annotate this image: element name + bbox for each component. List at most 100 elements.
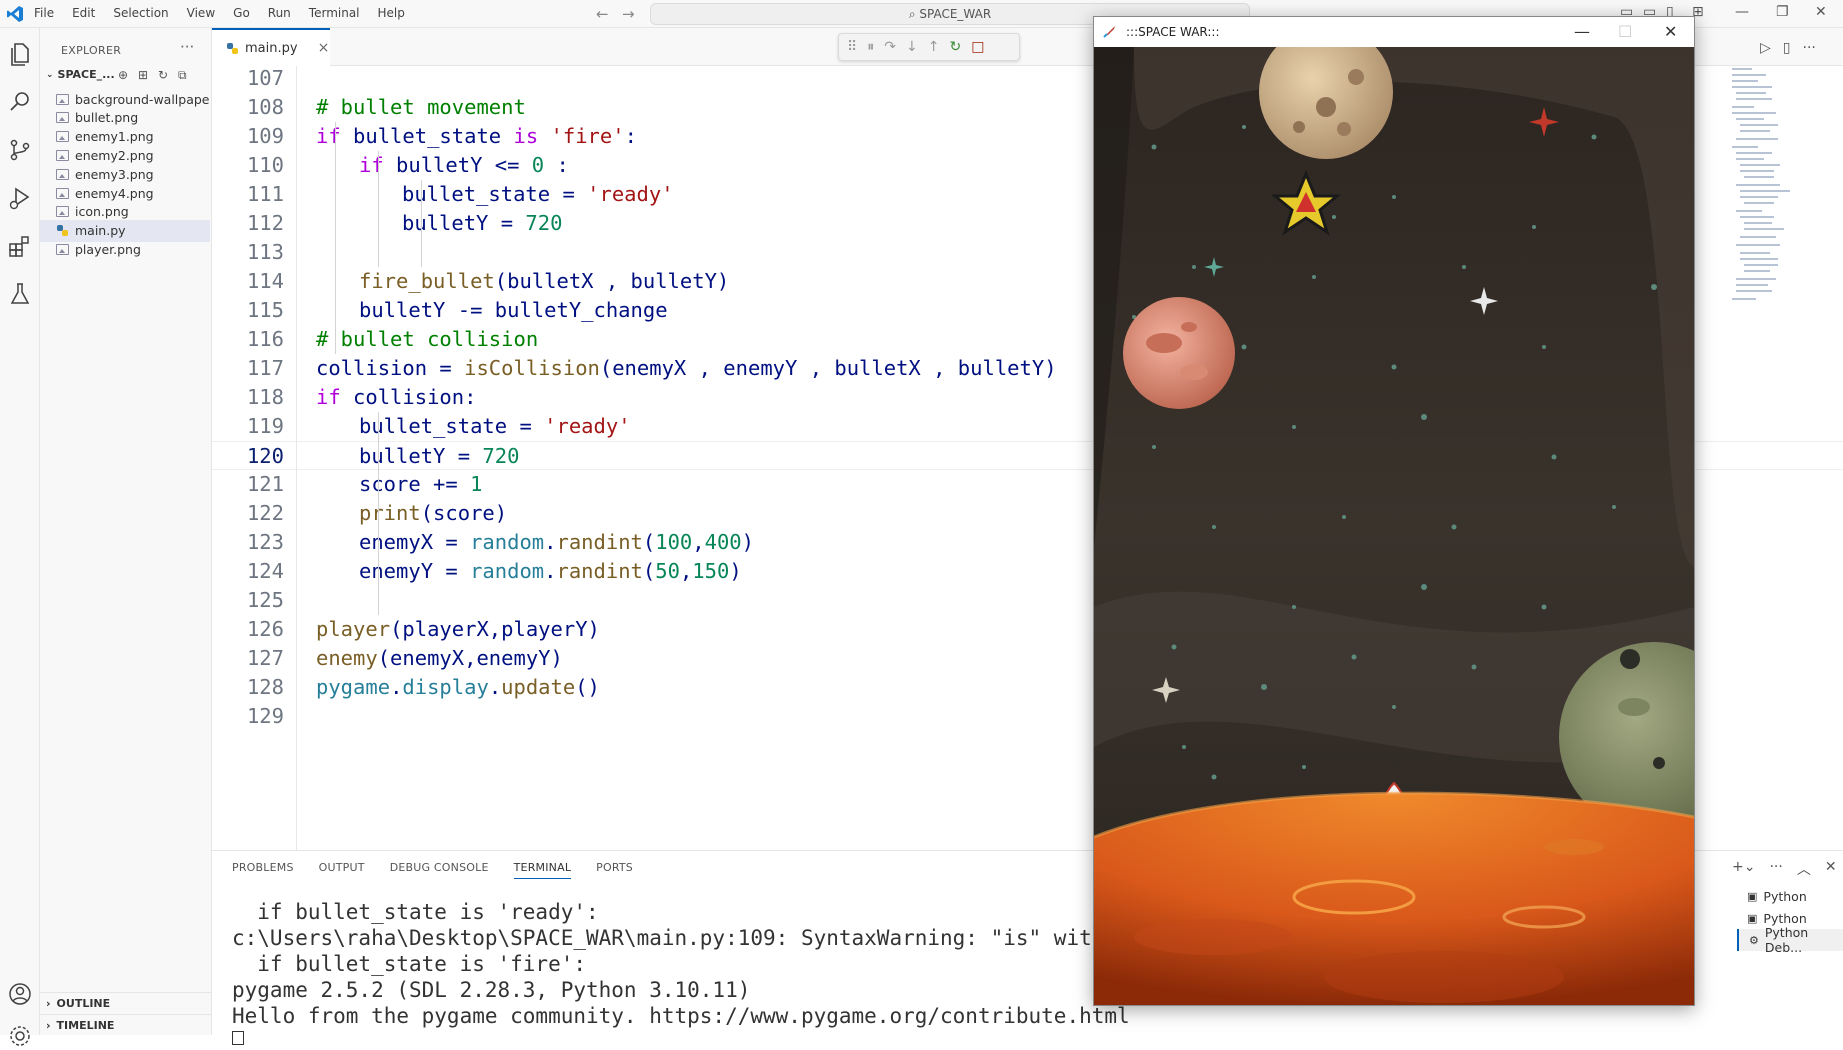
extensions-icon[interactable] — [6, 232, 34, 260]
maximize-icon[interactable]: ☐ — [1618, 22, 1632, 41]
line-number: 118 — [246, 385, 284, 409]
code-token: 1 — [470, 472, 483, 496]
game-window: :::SPACE WAR::: — ☐ ✕ — [1093, 16, 1695, 1006]
outline-section[interactable]: › OUTLINE — [40, 992, 212, 1014]
panel-tab-output[interactable]: OUTPUT — [319, 861, 365, 879]
restart-icon[interactable]: ↻ — [949, 39, 961, 55]
split-editor-icon[interactable]: ▯ — [1783, 40, 1791, 56]
step-out-icon[interactable]: ↑ — [928, 39, 940, 55]
minimize-icon[interactable]: — — [1574, 22, 1590, 41]
code-token: if — [316, 124, 341, 148]
terminal-instance[interactable]: ⚙ Python Deb... — [1737, 925, 1843, 955]
step-into-icon[interactable]: ↓ — [906, 39, 918, 55]
image-file-icon — [56, 206, 69, 218]
line-number: 120 — [246, 444, 284, 468]
close-window-icon[interactable]: ✕ — [1815, 4, 1827, 20]
line-number: 116 — [246, 327, 284, 351]
file-name: main.py — [75, 223, 126, 239]
new-file-icon[interactable]: ⊕ — [118, 68, 128, 82]
file-name: enemy1.png — [75, 129, 154, 145]
maximize-panel-icon[interactable]: ︿ — [1797, 859, 1811, 879]
minimap[interactable] — [1730, 66, 1800, 336]
panel-tab-problems[interactable]: PROBLEMS — [232, 861, 294, 879]
code-token: . — [544, 530, 557, 554]
refresh-icon[interactable]: ↻ — [158, 68, 168, 82]
account-icon[interactable] — [6, 980, 34, 1008]
back-arrow-icon[interactable]: ← — [596, 5, 609, 23]
source-control-icon[interactable] — [6, 136, 34, 164]
code-token: # bullet movement — [316, 95, 526, 119]
rocket-icon — [1103, 26, 1115, 38]
chevron-right-icon: › — [46, 997, 51, 1010]
code-token: . — [544, 559, 557, 583]
collapse-all-icon[interactable]: ⧉ — [178, 68, 187, 83]
panel-tab-terminal[interactable]: TERMINAL — [513, 861, 572, 879]
file-name: bullet.png — [75, 110, 139, 126]
code-token: ( — [642, 559, 656, 583]
stop-icon[interactable]: □ — [971, 39, 984, 55]
close-panel-icon[interactable]: ✕ — [1825, 859, 1837, 879]
code-token: ) — [729, 559, 742, 583]
menu-item-view[interactable]: View — [187, 6, 215, 20]
menu-item-edit[interactable]: Edit — [72, 6, 95, 20]
settings-gear-icon[interactable] — [6, 1022, 34, 1050]
code-token: display — [402, 675, 489, 699]
tab-main-py[interactable]: main.py × — [212, 28, 330, 66]
menu-item-selection[interactable]: Selection — [113, 6, 168, 20]
menu-item-run[interactable]: Run — [268, 6, 291, 20]
code-token: collision: — [340, 385, 477, 409]
pause-icon[interactable]: ⏸ — [867, 39, 874, 55]
panel-tab-ports[interactable]: PORTS — [596, 861, 633, 879]
close-icon[interactable]: ✕ — [1664, 22, 1677, 41]
more-actions-icon[interactable]: ··· — [1769, 859, 1782, 879]
code-token: random — [470, 559, 545, 583]
code-token: ) — [741, 530, 754, 554]
forward-arrow-icon[interactable]: → — [622, 5, 635, 23]
activity-bar — [0, 28, 40, 1046]
file-name: enemy3.png — [75, 166, 154, 182]
terminal-instance[interactable]: ▣ Python — [1737, 885, 1843, 907]
line-number: 109 — [246, 124, 284, 148]
code-token: . — [488, 675, 502, 699]
menu-bar: File Edit Selection View Go Run Terminal Help — [34, 6, 405, 20]
run-python-icon[interactable]: ▷ — [1760, 40, 1771, 56]
restore-icon[interactable]: ❐ — [1776, 4, 1789, 20]
menu-item-help[interactable]: Help — [378, 6, 405, 20]
code-token: randint — [556, 530, 643, 554]
explorer-icon[interactable] — [6, 40, 34, 68]
drag-handle-icon[interactable]: ⠿ — [847, 39, 857, 55]
game-title-bar[interactable]: :::SPACE WAR::: — ☐ ✕ — [1094, 17, 1694, 47]
code-text: enemyX = random.randint(100,400) — [359, 528, 754, 557]
search-icon[interactable] — [6, 88, 34, 116]
menu-item-file[interactable]: File — [34, 6, 54, 20]
game-canvas[interactable] — [1094, 47, 1694, 1005]
more-actions-icon[interactable]: ··· — [180, 38, 194, 56]
menu-item-terminal[interactable]: Terminal — [309, 6, 360, 20]
new-terminal-icon[interactable]: +⌄ — [1732, 859, 1755, 879]
file-item[interactable]: player.png — [40, 238, 210, 260]
code-token: if — [359, 153, 384, 177]
file-name: icon.png — [75, 204, 129, 220]
terminal-label: Python — [1763, 910, 1807, 926]
terminal-label: Python Deb... — [1764, 925, 1809, 955]
code-token: player — [316, 617, 391, 641]
step-over-icon[interactable]: ↷ — [884, 39, 896, 55]
testing-icon[interactable] — [6, 280, 34, 308]
minimize-icon[interactable]: — — [1735, 4, 1749, 20]
file-name: enemy4.png — [75, 185, 154, 201]
close-tab-icon[interactable]: × — [318, 40, 330, 56]
menu-item-go[interactable]: Go — [233, 6, 250, 20]
panel-tab-debug-console[interactable]: DEBUG CONSOLE — [390, 861, 489, 879]
new-folder-icon[interactable]: ⊞ — [138, 68, 148, 82]
line-number: 122 — [246, 501, 284, 525]
timeline-section[interactable]: › TIMELINE — [40, 1014, 212, 1036]
line-number: 121 — [246, 472, 284, 496]
line-number: 127 — [246, 646, 284, 670]
run-debug-icon[interactable] — [6, 184, 34, 212]
code-token: randint — [556, 559, 643, 583]
terminal-line: Hello from the pygame community. https:/… — [232, 1004, 1130, 1028]
image-file-icon — [56, 131, 69, 143]
more-actions-icon[interactable]: ··· — [1803, 40, 1816, 56]
project-folder-header[interactable]: ⌄ SPACE_... — [46, 68, 115, 81]
code-text: collision = isCollision(enemyX , enemyY … — [316, 354, 1057, 383]
